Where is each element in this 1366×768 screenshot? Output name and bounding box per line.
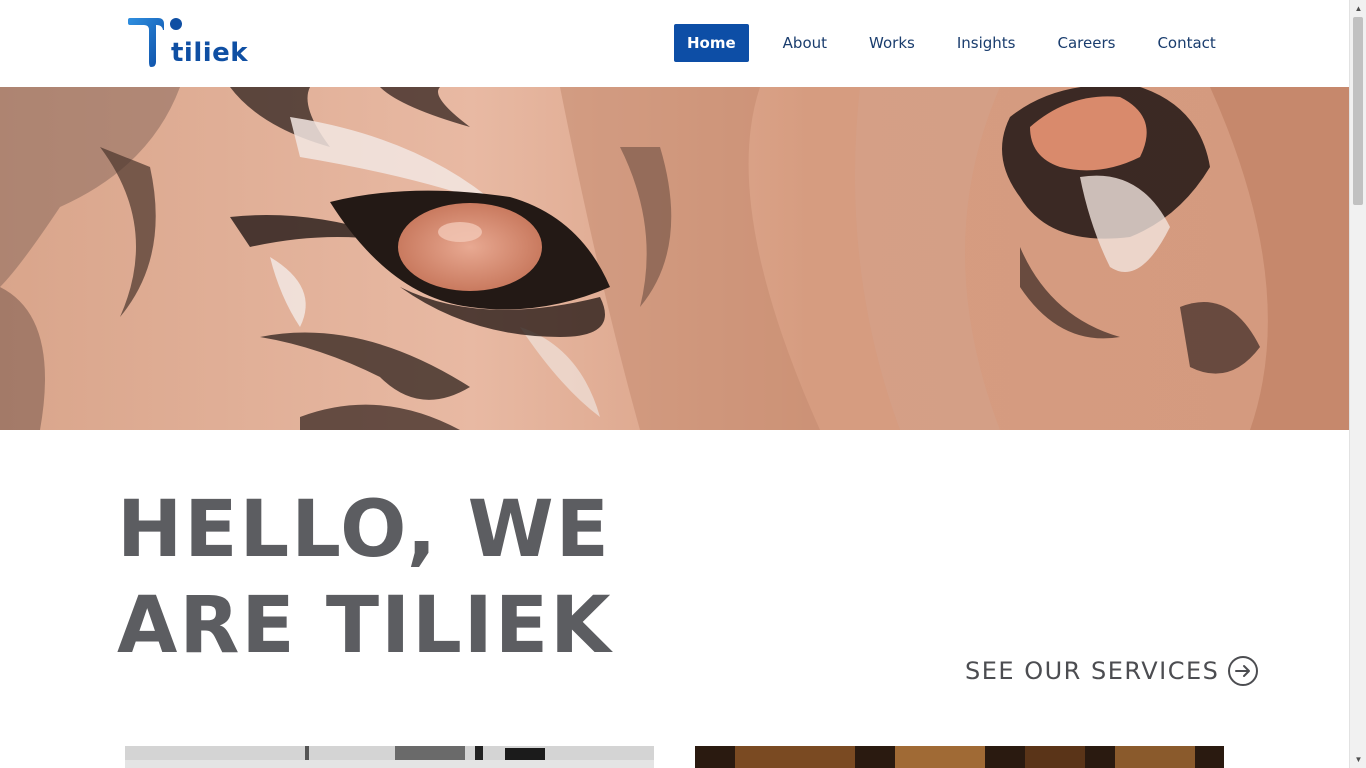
- warm-toned-photo: [695, 746, 1224, 768]
- nav-works[interactable]: Works: [869, 24, 915, 62]
- scroll-up-arrow-icon[interactable]: ▲: [1350, 0, 1366, 17]
- scroll-down-arrow-icon[interactable]: ▼: [1350, 751, 1366, 768]
- nav-insights[interactable]: Insights: [957, 24, 1016, 62]
- headline-line-1: HELLO, WE: [117, 485, 611, 575]
- tiger-eye-painting: [0, 87, 1349, 430]
- headline-line-2: ARE TILIEK: [117, 581, 613, 671]
- page-headline: HELLO, WE ARE TILIEK: [117, 482, 613, 674]
- scrollbar-thumb[interactable]: [1353, 17, 1363, 205]
- page-scrollbar[interactable]: ▲ ▼: [1349, 0, 1366, 768]
- tiliek-logo[interactable]: tiliek: [127, 16, 248, 70]
- work-card-2[interactable]: [695, 746, 1224, 768]
- site-header: tiliek Home About Works Insights Careers…: [0, 0, 1349, 87]
- nav-careers[interactable]: Careers: [1057, 24, 1115, 62]
- black-and-white-photo: [125, 746, 654, 768]
- nav-about[interactable]: About: [783, 24, 827, 62]
- see-our-services-link[interactable]: SEE OUR SERVICES: [965, 653, 1259, 689]
- logo-wordmark: tiliek: [171, 38, 249, 68]
- circle-arrow-right-icon: [1228, 656, 1259, 686]
- nav-home[interactable]: Home: [674, 24, 749, 62]
- hero-banner: [0, 87, 1349, 430]
- main-nav: Home About Works Insights Careers Contac…: [674, 24, 1216, 62]
- services-link-label: SEE OUR SERVICES: [965, 657, 1220, 685]
- nav-contact[interactable]: Contact: [1157, 24, 1215, 62]
- work-card-1[interactable]: [125, 746, 654, 768]
